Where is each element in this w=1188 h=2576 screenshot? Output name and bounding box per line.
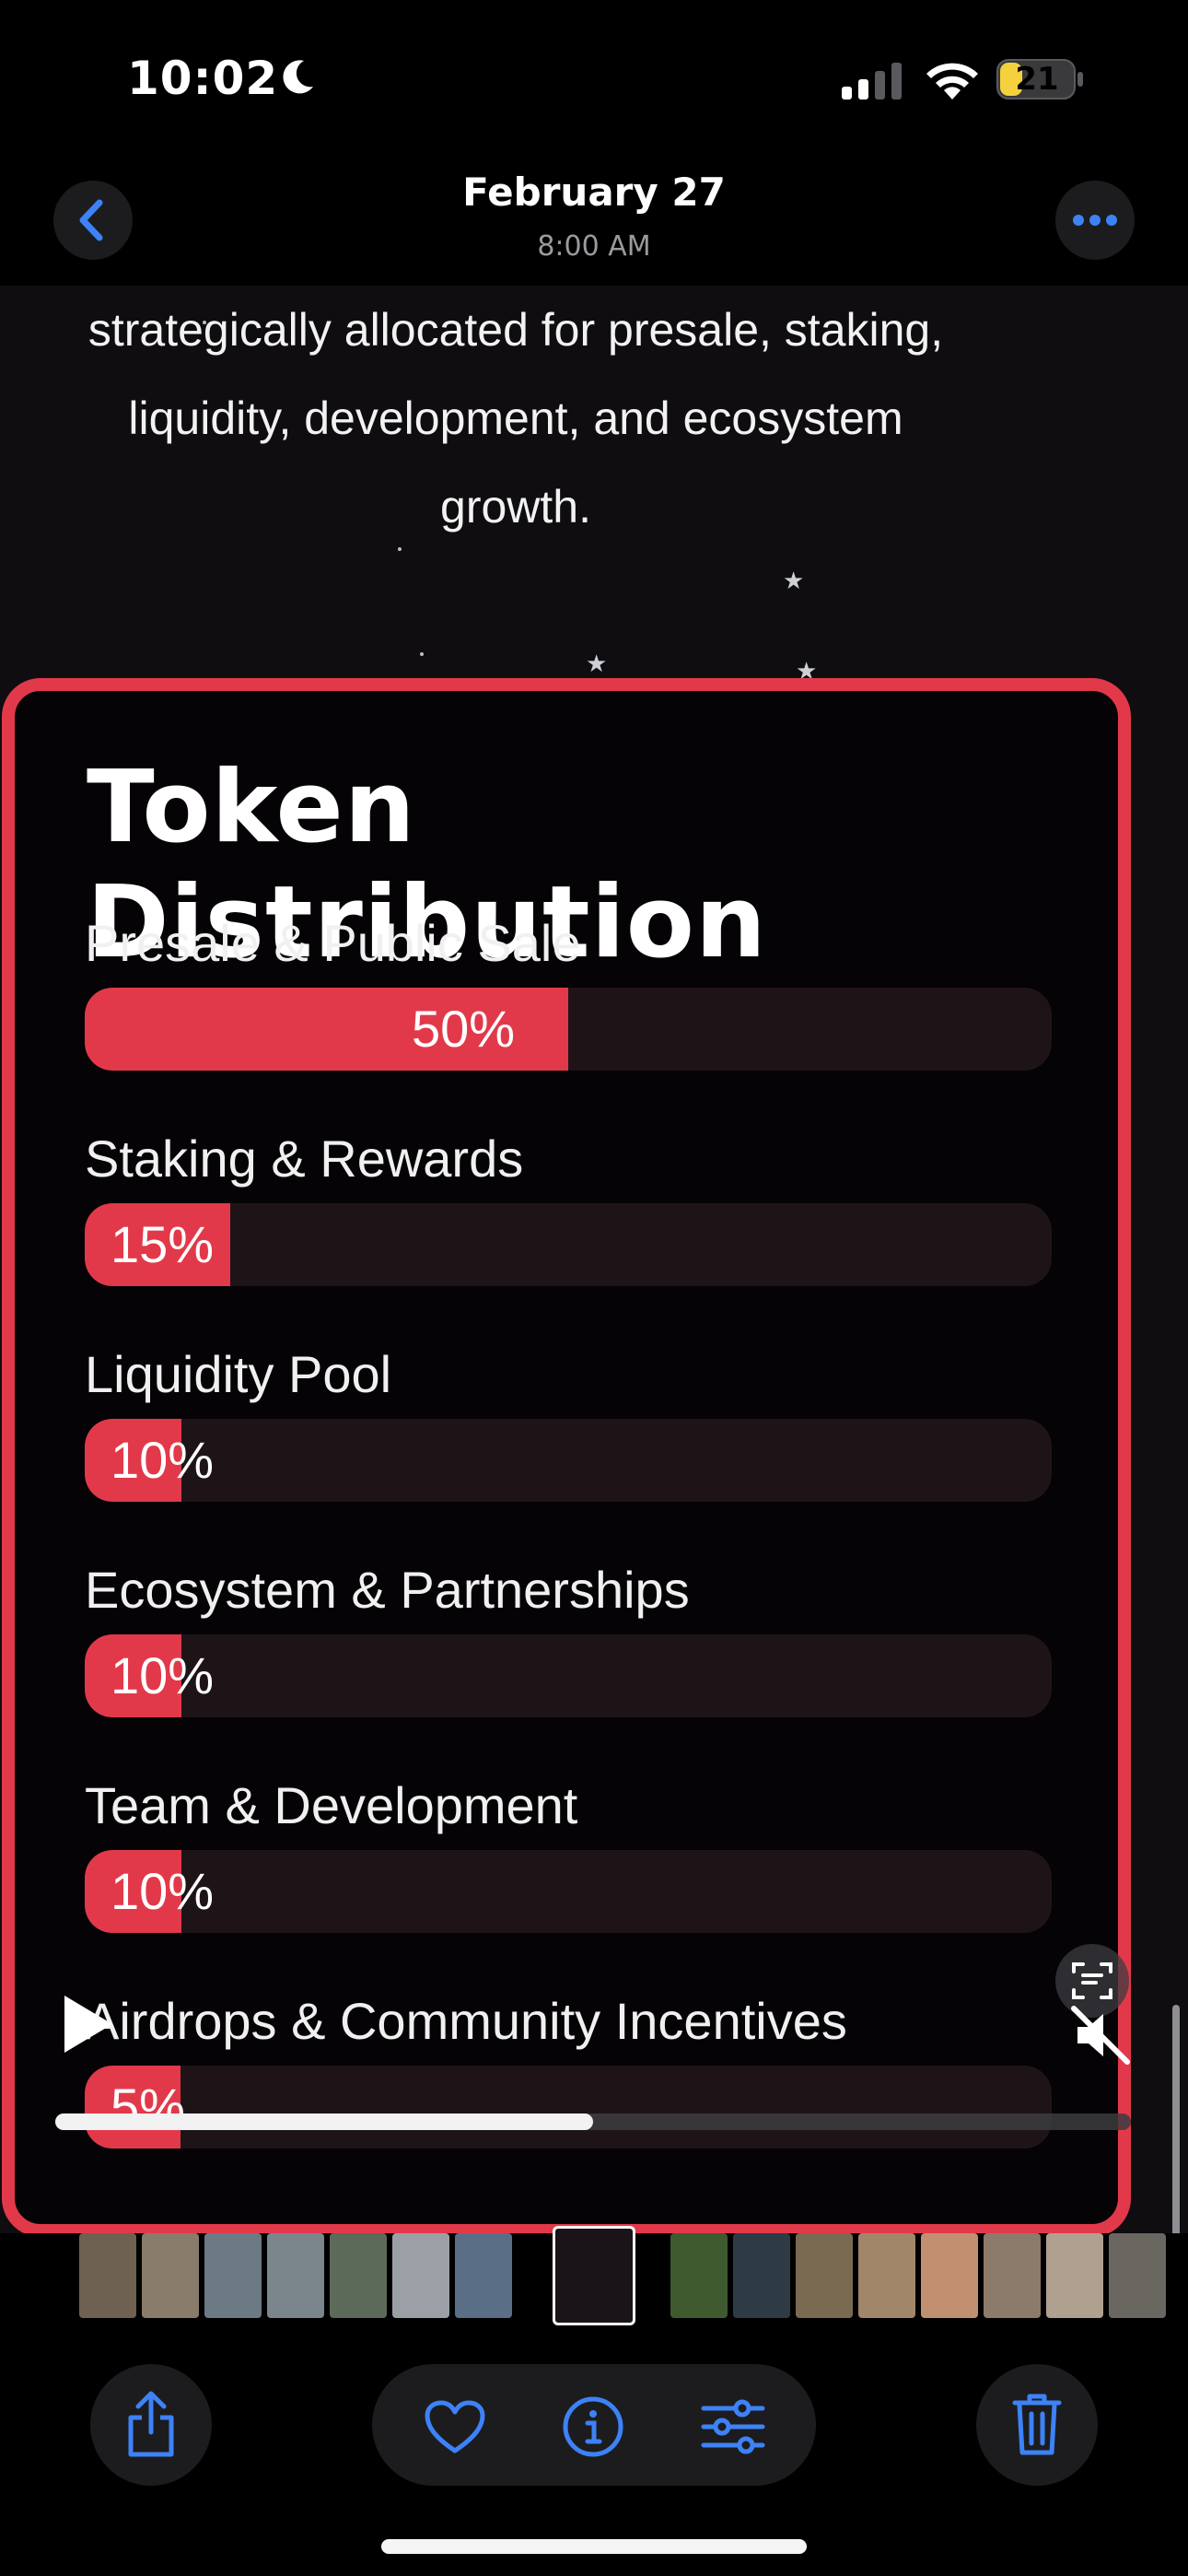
- share-icon: [128, 2391, 174, 2457]
- back-button[interactable]: [53, 181, 133, 260]
- thumbnail-current[interactable]: [553, 2226, 635, 2325]
- distribution-bar-track: 10%: [85, 1850, 1052, 1933]
- star-decoration: ★: [586, 650, 608, 678]
- video-progress: [55, 2113, 593, 2130]
- photo-time: 8:00 AM: [537, 230, 651, 263]
- thumbnail[interactable]: [796, 2233, 853, 2318]
- video-scrubber[interactable]: [55, 2113, 1131, 2130]
- distribution-item: Staking & Rewards 15%: [85, 1126, 1061, 1286]
- trash-icon: [1012, 2394, 1062, 2455]
- status-bar: 10:02 21: [0, 0, 1188, 157]
- thumbnail[interactable]: [267, 2233, 324, 2318]
- delete-button[interactable]: [976, 2364, 1098, 2486]
- intro-text: strategically allocated for presale, sta…: [37, 286, 995, 551]
- thumbnail[interactable]: [1109, 2233, 1166, 2318]
- speaker-muted-icon[interactable]: [1066, 2001, 1135, 2069]
- thumbnail[interactable]: [79, 2233, 136, 2318]
- distribution-label: Presale & Public Sale: [85, 914, 581, 972]
- distribution-bar-track: 15%: [85, 1203, 1052, 1286]
- thumbnail[interactable]: [142, 2233, 199, 2318]
- distribution-percent: 10%: [111, 1646, 215, 1704]
- distribution-percent: 15%: [111, 1215, 215, 1273]
- distribution-label: Staking & Rewards: [85, 1130, 524, 1188]
- battery-level: 21: [1015, 61, 1059, 98]
- thumbnail[interactable]: [330, 2233, 387, 2318]
- moon-icon: [283, 60, 313, 94]
- thumbnail[interactable]: [858, 2233, 915, 2318]
- more-icon: [1073, 215, 1117, 226]
- more-button[interactable]: [1055, 181, 1135, 260]
- distribution-item: Team & Development 10%: [85, 1773, 1061, 1933]
- thumbnail[interactable]: [455, 2233, 512, 2318]
- photo-view[interactable]: ★ ★ ★ ★ strategically allocated for pres…: [0, 286, 1188, 2233]
- distribution-label: Team & Development: [85, 1776, 578, 1834]
- wifi-icon: [926, 63, 978, 100]
- photo-actions-group: [372, 2364, 816, 2486]
- distribution-bar-track: 10%: [85, 1419, 1052, 1502]
- thumbnail[interactable]: [921, 2233, 978, 2318]
- thumbnail[interactable]: [1046, 2233, 1103, 2318]
- heart-icon[interactable]: [424, 2399, 486, 2454]
- thumbnail[interactable]: [670, 2233, 728, 2318]
- star-dot: [420, 652, 424, 656]
- thumbnail[interactable]: [984, 2233, 1041, 2318]
- distribution-bar-track: 10%: [85, 1634, 1052, 1717]
- photo-nav-bar: February 27 8:00 AM: [0, 157, 1188, 286]
- distribution-item: Liquidity Pool 10%: [85, 1341, 1061, 1502]
- thumbnail[interactable]: [392, 2233, 449, 2318]
- distribution-percent: 10%: [111, 1431, 215, 1489]
- distribution-percent: 50%: [412, 1000, 516, 1058]
- distribution-label: Ecosystem & Partnerships: [85, 1561, 690, 1619]
- intro-line: growth.: [440, 481, 591, 533]
- distribution-bar-track: 50%: [85, 988, 1052, 1071]
- distribution-percent: 10%: [111, 1862, 215, 1920]
- distribution-percent: 5%: [111, 2078, 185, 2136]
- chevron-left-icon: [79, 199, 103, 241]
- scroll-indicator: [1172, 2005, 1180, 2233]
- token-distribution-card: Token Distribution Presale & Public Sale…: [2, 678, 1131, 2233]
- play-icon[interactable]: [61, 1992, 116, 2056]
- distribution-label: Liquidity Pool: [85, 1345, 392, 1403]
- star-decoration: ★: [783, 568, 805, 595]
- intro-line: strategically allocated for presale, sta…: [87, 304, 944, 356]
- share-button[interactable]: [90, 2364, 212, 2486]
- thumbnail[interactable]: [204, 2233, 262, 2318]
- cellular-signal-icon: [842, 63, 902, 100]
- info-icon[interactable]: [562, 2395, 624, 2458]
- distribution-label: Airdrops & Community Incentives: [85, 1992, 847, 2050]
- intro-line: liquidity, development, and ecosystem: [128, 392, 903, 444]
- status-time: 10:02: [127, 52, 279, 105]
- distribution-item: Ecosystem & Partnerships 10%: [85, 1557, 1061, 1717]
- distribution-item: Presale & Public Sale 50%: [85, 910, 1061, 1071]
- home-indicator: [381, 2539, 807, 2554]
- adjust-icon[interactable]: [700, 2399, 766, 2454]
- thumbnail[interactable]: [733, 2233, 790, 2318]
- thumbnail-strip[interactable]: [0, 2226, 1188, 2325]
- photo-date: February 27: [462, 170, 726, 215]
- distribution-bar-track: 5%: [85, 2066, 1052, 2149]
